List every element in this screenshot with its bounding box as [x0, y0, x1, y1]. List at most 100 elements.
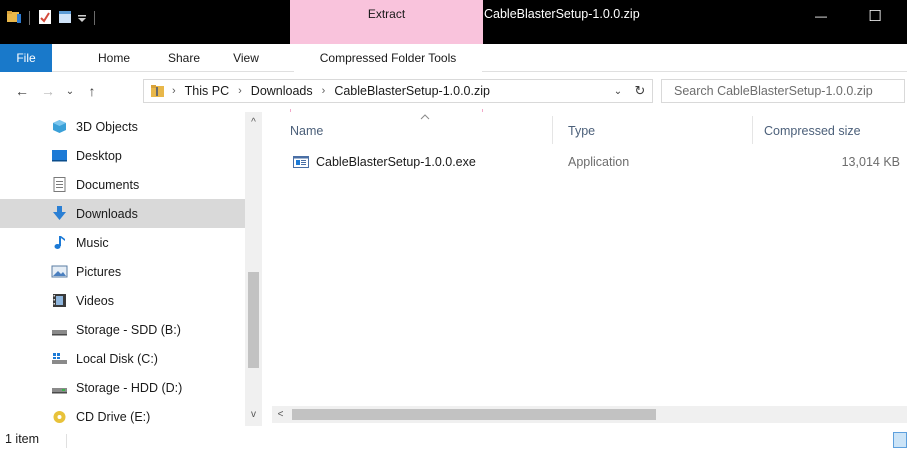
nav-item-label: Videos — [76, 293, 114, 308]
back-arrow-icon: ← — [15, 83, 29, 99]
scrollbar-thumb[interactable] — [248, 272, 259, 368]
nav-item-label: CD Drive (E:) — [76, 409, 151, 424]
breadcrumb-separator[interactable]: › — [238, 80, 242, 102]
breadcrumb-zip[interactable]: CableBlasterSetup-1.0.0.zip — [334, 80, 490, 102]
nav-item-downloads[interactable]: Downloads — [0, 199, 245, 228]
nav-item-storage-sdd[interactable]: Storage - SDD (B:) — [0, 315, 245, 344]
nav-item-pictures[interactable]: Pictures — [0, 257, 245, 286]
nav-item-label: Pictures — [76, 264, 122, 279]
column-header-type[interactable]: Type — [568, 118, 595, 144]
breadcrumb-this-pc[interactable]: This PC — [185, 80, 229, 102]
file-list-hscrollbar[interactable]: < — [272, 406, 907, 423]
address-history-button[interactable]: ⌄ — [610, 80, 626, 102]
maximize-icon: ☐ — [868, 8, 882, 25]
back-button[interactable]: ← — [12, 81, 32, 101]
downloads-icon — [51, 206, 68, 221]
breadcrumb-downloads[interactable]: Downloads — [251, 80, 313, 102]
window-title: CableBlasterSetup-1.0.0.zip — [484, 7, 640, 21]
nav-item-cd-drive[interactable]: CD Drive (E:) — [0, 402, 245, 426]
chevron-down-icon: ⌄ — [65, 85, 75, 97]
tab-file[interactable]: File — [0, 44, 52, 72]
scroll-down-button[interactable]: v — [245, 406, 262, 423]
pictures-icon — [51, 264, 68, 279]
properties-icon[interactable] — [37, 9, 53, 28]
search-input[interactable] — [662, 80, 904, 102]
item-count: 1 item — [5, 432, 40, 446]
documents-icon — [51, 177, 68, 192]
3d-objects-icon — [51, 119, 68, 134]
nav-item-local-disk[interactable]: Local Disk (C:) — [0, 344, 245, 373]
tab-share[interactable]: Share — [158, 44, 210, 72]
nav-item-label: 3D Objects — [76, 119, 138, 134]
breadcrumb-separator[interactable]: › — [172, 80, 176, 102]
windows-drive-icon — [51, 351, 68, 366]
column-divider[interactable] — [552, 116, 553, 144]
column-header-name-label: Name — [290, 124, 324, 138]
chevron-down-icon: v — [251, 409, 256, 420]
column-header-type-label: Type — [568, 124, 596, 138]
minimize-icon: — — [815, 9, 827, 23]
nav-item-label: Documents — [76, 177, 140, 192]
drive-icon — [51, 322, 68, 337]
file-compressed-size: 13,014 KB — [841, 155, 900, 169]
column-divider[interactable] — [752, 116, 753, 144]
refresh-icon: ↻ — [634, 83, 646, 98]
table-row[interactable]: CableBlasterSetup-1.0.0.exe Application … — [284, 150, 905, 174]
extract-context-label[interactable]: Extract — [290, 0, 483, 28]
tab-view[interactable]: View — [226, 44, 266, 72]
application-icon — [293, 154, 309, 170]
nav-item-label: Music — [76, 235, 109, 250]
desktop-icon — [51, 148, 68, 163]
breadcrumb-separator[interactable]: › — [322, 80, 326, 102]
ribbon-tabs: File Home Share View Compressed Folder T… — [0, 44, 907, 116]
address-bar[interactable]: › This PC › Downloads › CableBlasterSetu… — [143, 79, 653, 103]
details-view-toggle[interactable] — [893, 432, 907, 448]
tab-compressed-folder-tools[interactable]: Compressed Folder Tools — [294, 44, 482, 72]
nav-item-storage-hdd[interactable]: Storage - HDD (D:) — [0, 373, 245, 402]
cd-drive-icon — [51, 409, 68, 424]
nav-item-videos[interactable]: Videos — [0, 286, 245, 315]
recent-locations-button[interactable]: ⌄ — [60, 81, 80, 101]
nav-pane-scrollbar[interactable]: ^ v — [245, 112, 262, 426]
tab-home[interactable]: Home — [88, 44, 140, 72]
title-bar: Extract CableBlasterSetup-1.0.0.zip — ☐ — [0, 0, 907, 44]
forward-arrow-icon: → — [41, 83, 55, 99]
navigation-pane: 3D Objects Desktop Documents Downloads M… — [0, 112, 262, 426]
music-icon — [51, 235, 68, 250]
nav-item-label: Local Disk (C:) — [76, 351, 158, 366]
navigation-bar: ← → ⌄ ↑ › This PC › Downloads › CableBla… — [0, 73, 907, 109]
nav-item-3d-objects[interactable]: 3D Objects — [0, 112, 245, 141]
nav-item-label: Downloads — [76, 206, 138, 221]
column-header-size-label: Compressed size — [764, 124, 861, 138]
nav-item-music[interactable]: Music — [0, 228, 245, 257]
maximize-button[interactable]: ☐ — [852, 0, 898, 32]
scrollbar-thumb[interactable] — [292, 409, 656, 420]
scroll-up-button[interactable]: ^ — [245, 114, 262, 131]
column-header-compressed-size[interactable]: Compressed size — [764, 118, 861, 144]
column-header-name[interactable]: Name — [290, 118, 323, 144]
minimize-button[interactable]: — — [798, 0, 844, 32]
customize-qat-icon[interactable] — [77, 9, 87, 28]
breadcrumb: › This PC › Downloads › CableBlasterSetu… — [172, 80, 490, 102]
chevron-down-icon: ⌄ — [613, 85, 623, 97]
quick-access-toolbar — [6, 8, 98, 28]
search-box[interactable] — [661, 79, 905, 103]
folder-app-icon — [6, 9, 22, 28]
zip-folder-icon — [150, 83, 166, 99]
nav-item-documents[interactable]: Documents — [0, 170, 245, 199]
up-button[interactable]: ↑ — [82, 81, 102, 101]
chevron-up-icon: ^ — [251, 117, 256, 128]
nav-item-desktop[interactable]: Desktop — [0, 141, 245, 170]
nav-item-label: Storage - HDD (D:) — [76, 380, 183, 395]
file-type: Application — [568, 155, 630, 169]
scroll-left-button[interactable]: < — [272, 406, 289, 423]
file-list: Name Type Compressed size CableBlasterSe… — [272, 112, 907, 426]
new-folder-icon[interactable] — [57, 9, 73, 28]
videos-icon — [51, 293, 68, 308]
drive-icon — [51, 380, 68, 395]
chevron-left-icon: < — [277, 409, 284, 420]
forward-button[interactable]: → — [38, 81, 58, 101]
qat-separator — [29, 11, 30, 25]
refresh-button[interactable]: ↻ — [630, 80, 650, 102]
up-arrow-icon: ↑ — [88, 83, 96, 99]
